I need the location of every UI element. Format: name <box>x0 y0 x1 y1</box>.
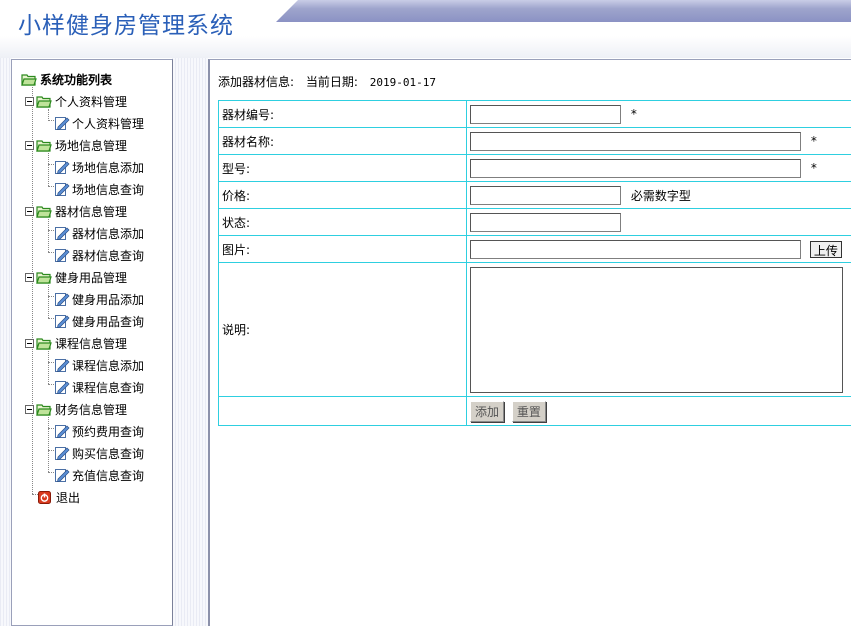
field-label: 状态: <box>218 208 467 236</box>
collapse-icon[interactable] <box>25 96 34 106</box>
page-heading: 添加器材信息: <box>218 75 295 89</box>
header: 小样健身房管理系统 <box>0 0 851 58</box>
collapse-icon[interactable] <box>25 338 34 348</box>
tree-item-supplies-query[interactable]: 健身用品查询 <box>54 310 144 332</box>
tree-item-equipment-query[interactable]: 器材信息查询 <box>54 244 144 266</box>
header-decoration-bar <box>270 0 851 22</box>
reset-button[interactable]: 重置 <box>511 400 546 422</box>
collapse-icon[interactable] <box>25 272 34 282</box>
collapse-icon[interactable] <box>25 140 34 150</box>
folder-open-icon <box>36 205 52 218</box>
folder-open-icon <box>36 337 52 350</box>
page-info-line: 添加器材信息: 当前日期: 2019-01-17 <box>218 73 436 90</box>
tree-item-venue-query[interactable]: 场地信息查询 <box>54 178 144 200</box>
edit-page-icon <box>55 293 70 306</box>
field-label: 图片: <box>218 235 467 263</box>
power-exit-icon <box>38 490 51 504</box>
edit-page-icon <box>55 359 70 372</box>
tree-item-profile-manage[interactable]: 个人资料管理 <box>54 112 144 134</box>
tree-item-course-query[interactable]: 课程信息查询 <box>54 376 144 398</box>
tree-item-purchase-query[interactable]: 购买信息查询 <box>54 442 144 464</box>
form-row: 添加 重置 <box>218 396 851 426</box>
collapse-icon[interactable] <box>25 206 34 216</box>
model-input[interactable] <box>470 158 801 178</box>
tree-item-course-add[interactable]: 课程信息添加 <box>54 354 144 376</box>
edit-page-icon <box>55 315 70 328</box>
date-value: 2019-01-17 <box>369 76 436 89</box>
folder-open-icon <box>21 73 37 86</box>
upload-button[interactable]: 上传 <box>809 240 842 258</box>
required-mark: * <box>630 107 637 121</box>
image-path-input[interactable] <box>470 239 801 259</box>
app-title: 小样健身房管理系统 <box>18 13 234 39</box>
tree-item-venue-add[interactable]: 场地信息添加 <box>54 156 144 178</box>
form-row: 图片: 上传 <box>218 235 851 263</box>
folder-open-icon <box>36 403 52 416</box>
status-input[interactable] <box>470 212 621 232</box>
tree-item-recharge-query[interactable]: 充值信息查询 <box>54 464 144 486</box>
edit-page-icon <box>55 249 70 262</box>
numeric-hint: 必需数字型 <box>630 188 691 203</box>
edit-page-icon <box>55 117 70 130</box>
field-label: 器材名称: <box>218 127 467 155</box>
tree-item-booking-fee-query[interactable]: 预约费用查询 <box>54 420 144 442</box>
price-input[interactable] <box>470 185 621 205</box>
tree-root: 系统功能列表 <box>21 68 112 90</box>
collapse-icon[interactable] <box>25 404 34 414</box>
tree-group-course[interactable]: 课程信息管理 <box>25 332 127 354</box>
field-label: 价格: <box>218 181 467 209</box>
sidebar: 系统功能列表 个人资料管理 个人资料管理 场地信息管理 场地信息添加 场地信息查… <box>11 59 173 626</box>
tree-group-venue[interactable]: 场地信息管理 <box>25 134 127 156</box>
tree-item-supplies-add[interactable]: 健身用品添加 <box>54 288 144 310</box>
form-row: 器材编号: * <box>218 100 851 128</box>
tree-item-exit[interactable]: 退出 <box>38 486 80 508</box>
form-row: 状态: <box>218 208 851 236</box>
date-label: 当前日期: <box>305 75 358 89</box>
edit-page-icon <box>55 381 70 394</box>
equipment-form: 器材编号: * 器材名称: * 型号: * 价格: 必需数字型 状态: 图片: … <box>218 100 851 426</box>
field-label: 器材编号: <box>218 100 467 128</box>
add-button[interactable]: 添加 <box>470 400 505 422</box>
tree-group-supplies[interactable]: 健身用品管理 <box>25 266 127 288</box>
tree-group-profile[interactable]: 个人资料管理 <box>25 90 127 112</box>
edit-page-icon <box>55 425 70 438</box>
tree-item-equipment-add[interactable]: 器材信息添加 <box>54 222 144 244</box>
form-row: 说明: <box>218 262 851 397</box>
equipment-id-input[interactable] <box>470 104 621 124</box>
description-textarea[interactable] <box>470 266 843 393</box>
form-row: 器材名称: * <box>218 127 851 155</box>
required-mark: * <box>810 134 817 148</box>
edit-page-icon <box>55 447 70 460</box>
tree-group-equipment[interactable]: 器材信息管理 <box>25 200 127 222</box>
field-label: 说明: <box>218 262 467 397</box>
edit-page-icon <box>55 183 70 196</box>
folder-open-icon <box>36 139 52 152</box>
field-label: 型号: <box>218 154 467 182</box>
form-row: 型号: * <box>218 154 851 182</box>
form-row: 价格: 必需数字型 <box>218 181 851 209</box>
required-mark: * <box>810 161 817 175</box>
main-panel: 添加器材信息: 当前日期: 2019-01-17 器材编号: * 器材名称: *… <box>208 59 851 626</box>
edit-page-icon <box>55 469 70 482</box>
equipment-name-input[interactable] <box>470 131 801 151</box>
folder-open-icon <box>36 95 52 108</box>
edit-page-icon <box>55 161 70 174</box>
folder-open-icon <box>36 271 52 284</box>
tree-group-finance[interactable]: 财务信息管理 <box>25 398 127 420</box>
edit-page-icon <box>55 227 70 240</box>
